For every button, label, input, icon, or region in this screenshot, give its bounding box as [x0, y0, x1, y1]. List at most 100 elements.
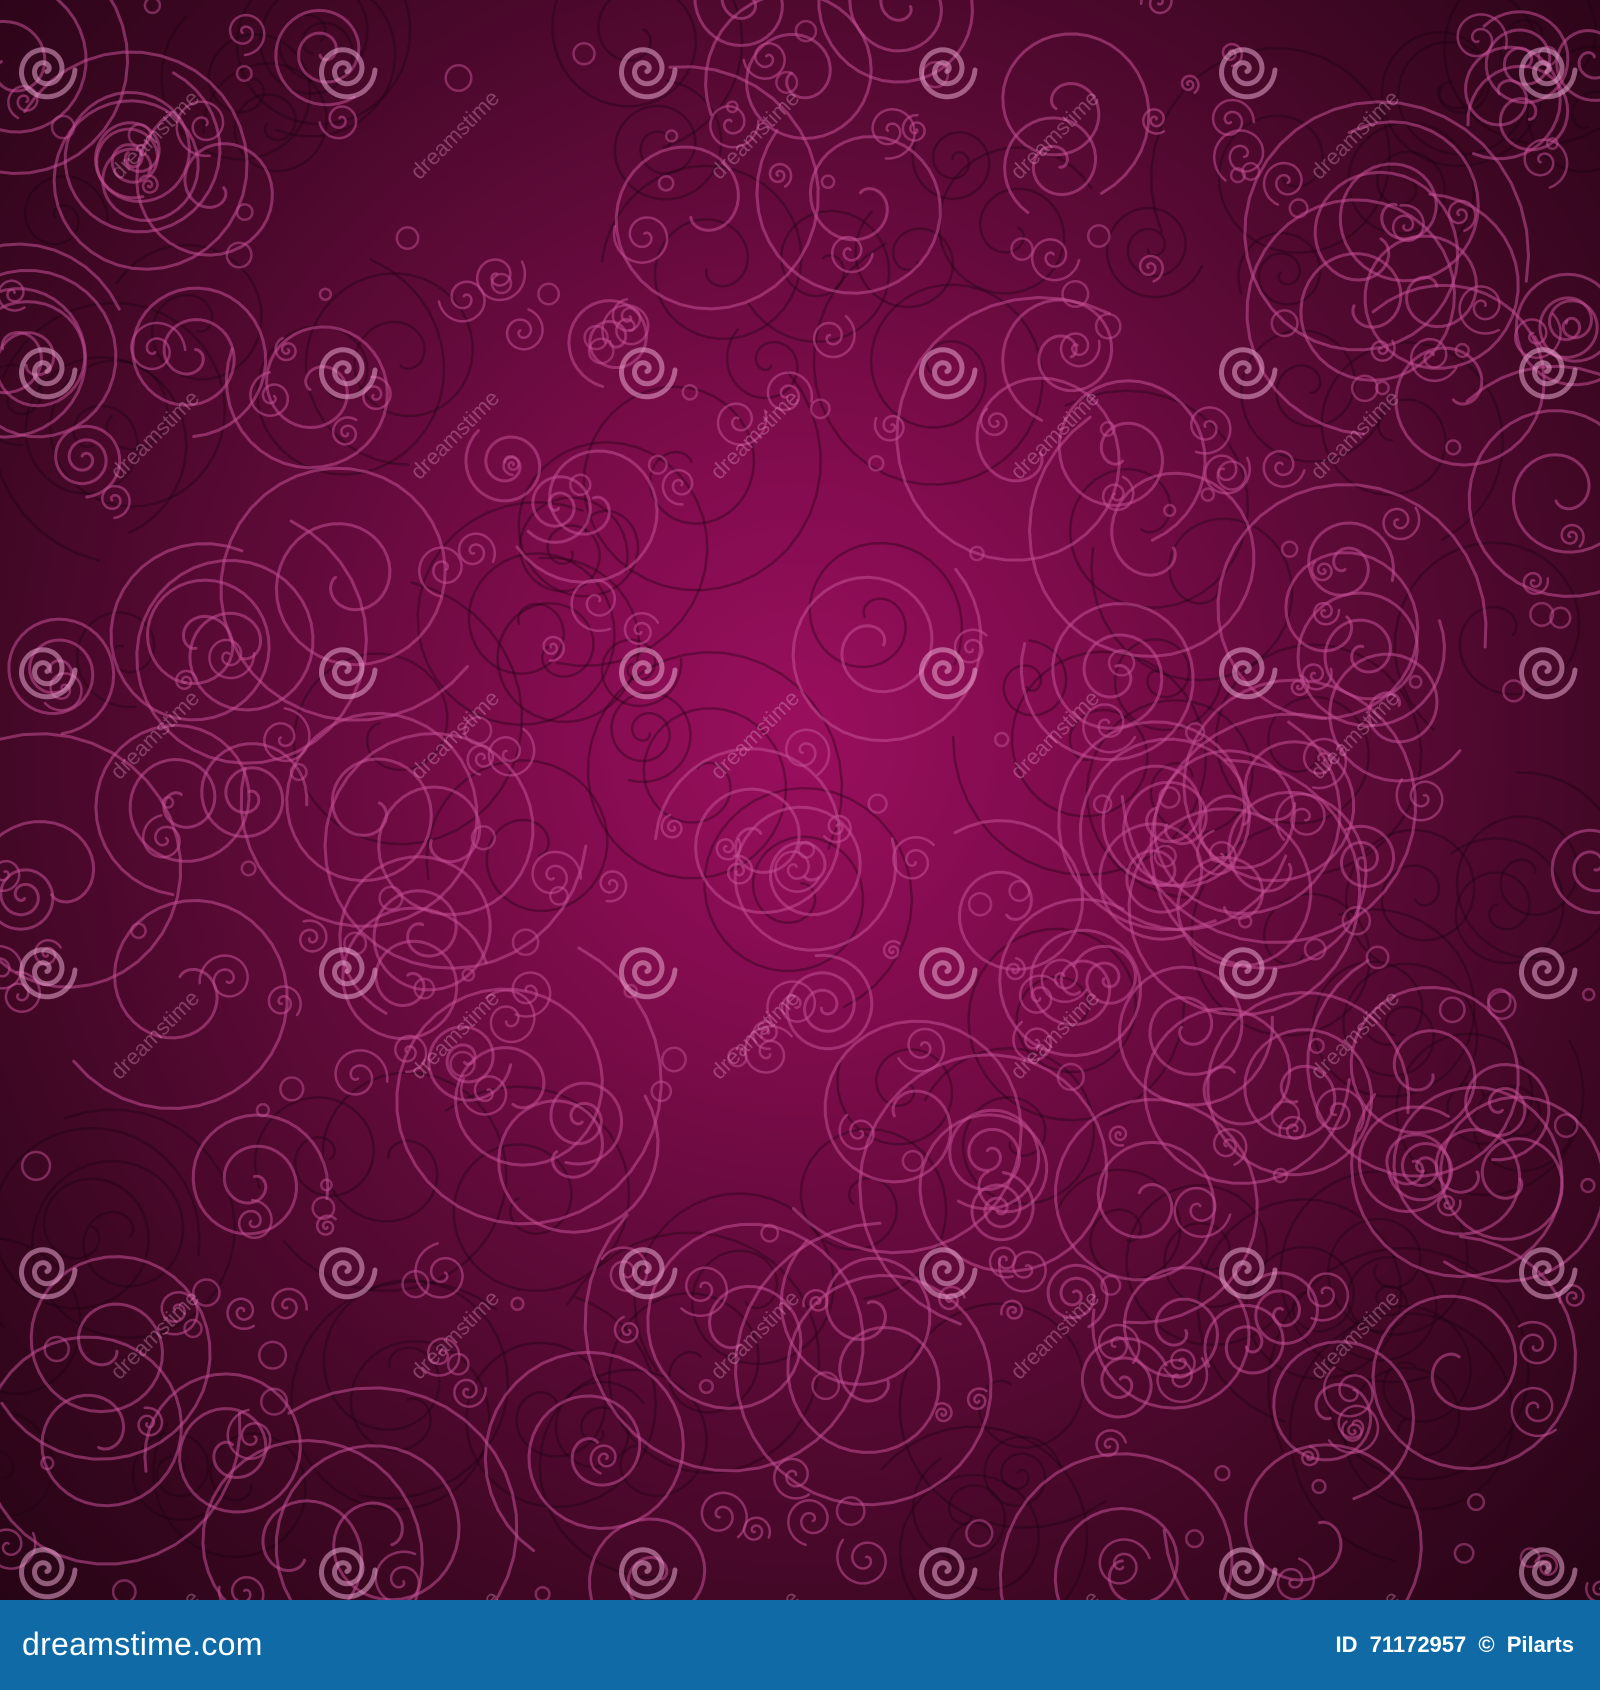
ring	[661, 1046, 687, 1073]
ring	[537, 282, 561, 306]
ring	[1280, 540, 1299, 558]
watermark-swirl-icon	[318, 47, 378, 100]
swirl	[1117, 965, 1274, 1107]
ring	[43, 1335, 70, 1363]
ring	[1086, 224, 1111, 248]
ring	[867, 793, 888, 814]
small-curl	[1030, 238, 1081, 282]
small-curl	[334, 1049, 389, 1096]
small-curl	[787, 1499, 829, 1547]
swirl-pattern-artwork: dreamstime dreamstime dreamstime dreamstime…	[0, 0, 1600, 1600]
shadow-swirl	[416, 501, 616, 726]
ring	[1581, 987, 1596, 1002]
watermark-swirl-icon	[618, 947, 678, 1000]
ring	[1453, 1542, 1475, 1564]
swirl	[1307, 521, 1395, 597]
watermark-swirl-icon	[1518, 1547, 1578, 1600]
ring	[1092, 794, 1113, 814]
ring	[835, 1496, 866, 1527]
small-curl	[217, 1576, 265, 1600]
watermark-swirl-icon	[918, 1247, 978, 1300]
ring	[235, 203, 254, 222]
swirl	[1216, 483, 1488, 720]
ring	[318, 287, 333, 301]
small-curl	[1560, 523, 1585, 548]
ring	[444, 63, 473, 93]
watermark-swirl-icon	[618, 1247, 678, 1300]
small-curl	[1211, 98, 1256, 137]
small-curl	[742, 42, 786, 80]
watermark-swirl-icon	[318, 1547, 378, 1600]
ring	[510, 1296, 525, 1311]
watermark-swirl-icon	[1218, 947, 1278, 1000]
ring	[511, 928, 540, 957]
small-curl	[1108, 1125, 1128, 1147]
shadow-swirl	[115, 243, 263, 381]
small-curl	[1190, 406, 1232, 455]
small-curl	[1310, 560, 1333, 582]
watermark-text: dreamstime	[105, 1285, 204, 1384]
ring	[1502, 679, 1526, 703]
watermark-text: dreamstime	[405, 85, 504, 184]
swirl	[733, 1221, 993, 1507]
watermark-swirl-icon	[1518, 647, 1578, 700]
watermark-swirl-icon	[918, 47, 978, 100]
stock-image-page: dreamstime dreamstime dreamstime dreamstime…	[0, 0, 1600, 1690]
ring	[1288, 198, 1309, 219]
watermark-text: dreamstime	[1005, 1285, 1104, 1384]
ring	[1445, 439, 1462, 456]
ring	[20, 1150, 52, 1182]
small-curl	[1163, 1348, 1196, 1379]
watermark-swirl-icon	[318, 947, 378, 1000]
shadow-swirl	[1105, 206, 1204, 299]
small-curl	[1585, 1580, 1600, 1600]
ring	[1216, 460, 1247, 491]
small-curl	[773, 850, 821, 893]
brand-text: dreamstime.com	[22, 1626, 263, 1662]
watermark-swirl-icon	[318, 647, 378, 700]
watermark-swirl-icon	[1518, 1247, 1578, 1300]
small-curl	[1212, 129, 1265, 182]
small-curl	[226, 1297, 256, 1331]
small-curl	[418, 546, 463, 598]
author-name[interactable]: Pilarts	[1507, 1632, 1574, 1657]
small-curl	[589, 1444, 617, 1475]
small-curl	[505, 308, 544, 351]
ring	[572, 41, 596, 66]
id-label: ID	[1335, 1632, 1358, 1657]
ring	[534, 1586, 551, 1600]
footer-bar: dreamstime.com ID 71172957 © Pilarts	[0, 1600, 1600, 1690]
swirl	[1465, 364, 1600, 598]
shadow-swirl	[610, 691, 692, 784]
small-curl	[1098, 1538, 1151, 1585]
ring	[1184, 1529, 1205, 1549]
small-curl	[1262, 161, 1303, 206]
watermark-text: dreamstime	[705, 685, 804, 784]
swirl	[1272, 1340, 1416, 1501]
ring	[1438, 996, 1466, 1024]
ring	[1200, 487, 1216, 502]
brand-logo[interactable]: dreamstime.com	[22, 1626, 263, 1663]
ring	[1529, 601, 1555, 627]
watermark-swirl-icon	[918, 647, 978, 700]
ring	[657, 174, 675, 192]
swirl	[588, 1517, 707, 1600]
small-curl	[768, 162, 793, 188]
small-curl	[892, 836, 935, 880]
watermark-text: dreamstime	[1305, 985, 1404, 1084]
small-curl	[1139, 0, 1173, 15]
ring	[1486, 990, 1517, 1021]
watermark-swirl-icon	[918, 947, 978, 1000]
small-curl	[0, 1528, 37, 1570]
small-curl	[612, 216, 669, 264]
ring	[1580, 1177, 1596, 1194]
watermark-text: dreamstime	[105, 1585, 204, 1600]
small-curl	[1315, 1087, 1366, 1133]
watermark-text: dreamstime	[405, 385, 504, 484]
ring	[183, 1318, 203, 1339]
watermark-text: dreamstime	[705, 1585, 804, 1600]
small-curl	[141, 814, 181, 859]
shadow-swirl	[0, 1126, 201, 1310]
image-meta: ID 71172957 © Pilarts	[1329, 1632, 1574, 1658]
small-curl	[935, 1402, 953, 1423]
